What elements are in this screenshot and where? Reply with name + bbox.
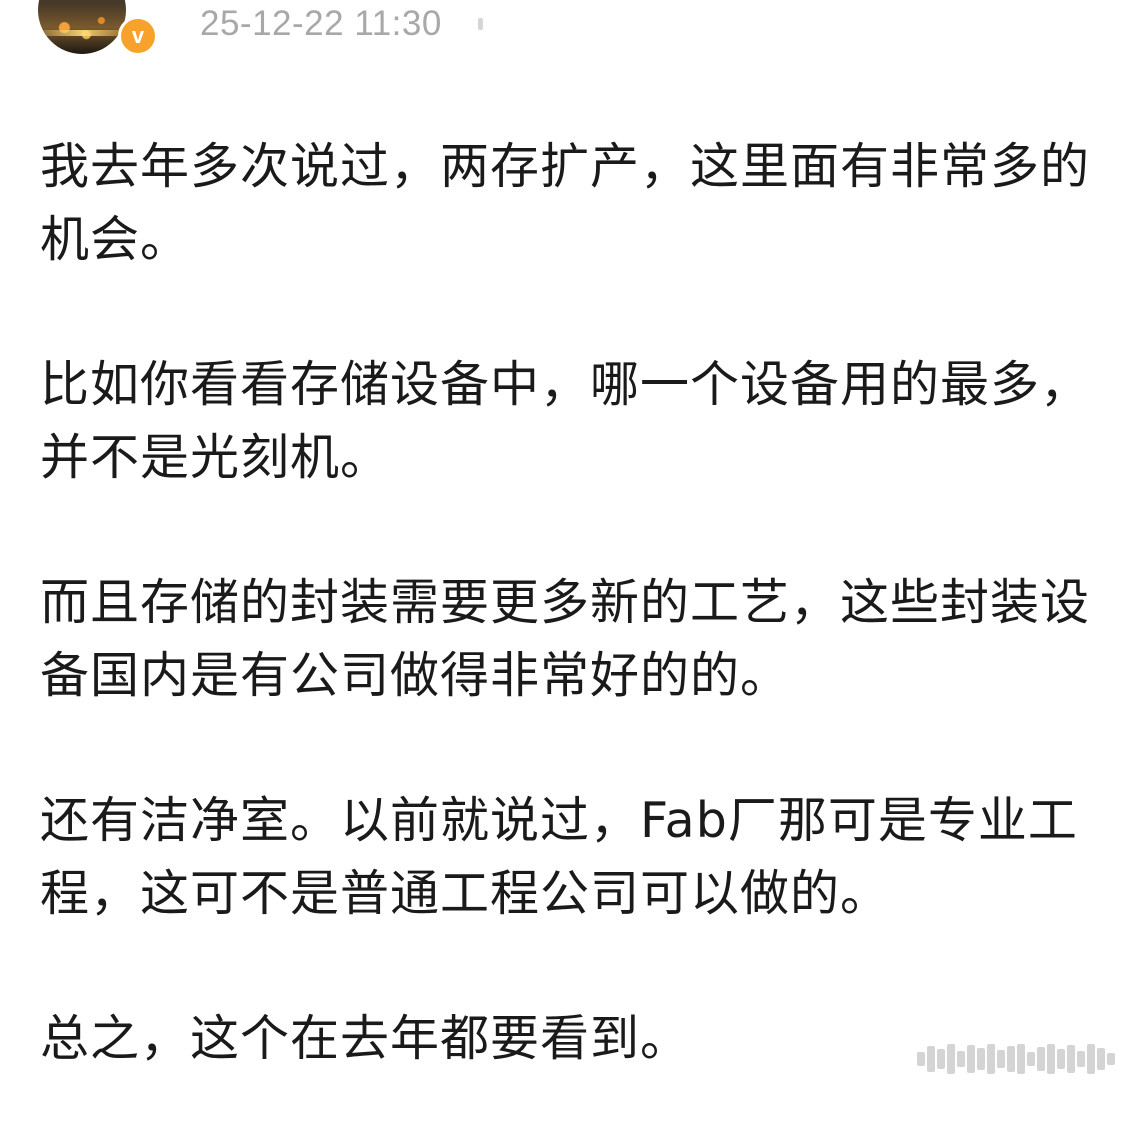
watermark-icon bbox=[917, 1042, 1119, 1076]
post-paragraph-3: 而且存储的封装需要更多新的工艺，这些封装设备国内是有公司做得非常好的的。 bbox=[40, 574, 1091, 704]
post-timestamp: 25-12-22 11:30 bbox=[200, 4, 442, 43]
verified-v-icon: v bbox=[118, 16, 158, 56]
more-options-icon[interactable] bbox=[478, 18, 483, 30]
post-paragraph-1: 我去年多次说过，两存扩产，这里面有非常多的机会。 bbox=[40, 138, 1091, 268]
avatar[interactable] bbox=[38, 0, 126, 54]
post-body: 我去年多次说过，两存扩产，这里面有非常多的机会。 比如你看看存储设备中，哪一个设… bbox=[40, 130, 1100, 1147]
post-paragraph-2: 比如你看看存储设备中，哪一个设备用的最多，并不是光刻机。 bbox=[40, 356, 1091, 486]
post-paragraph-4: 还有洁净室。以前就说过，Fab厂那可是专业工程，这可不是普通工程公司可以做的。 bbox=[40, 792, 1078, 922]
post-header: v 25-12-22 11:30 bbox=[0, 0, 1125, 60]
